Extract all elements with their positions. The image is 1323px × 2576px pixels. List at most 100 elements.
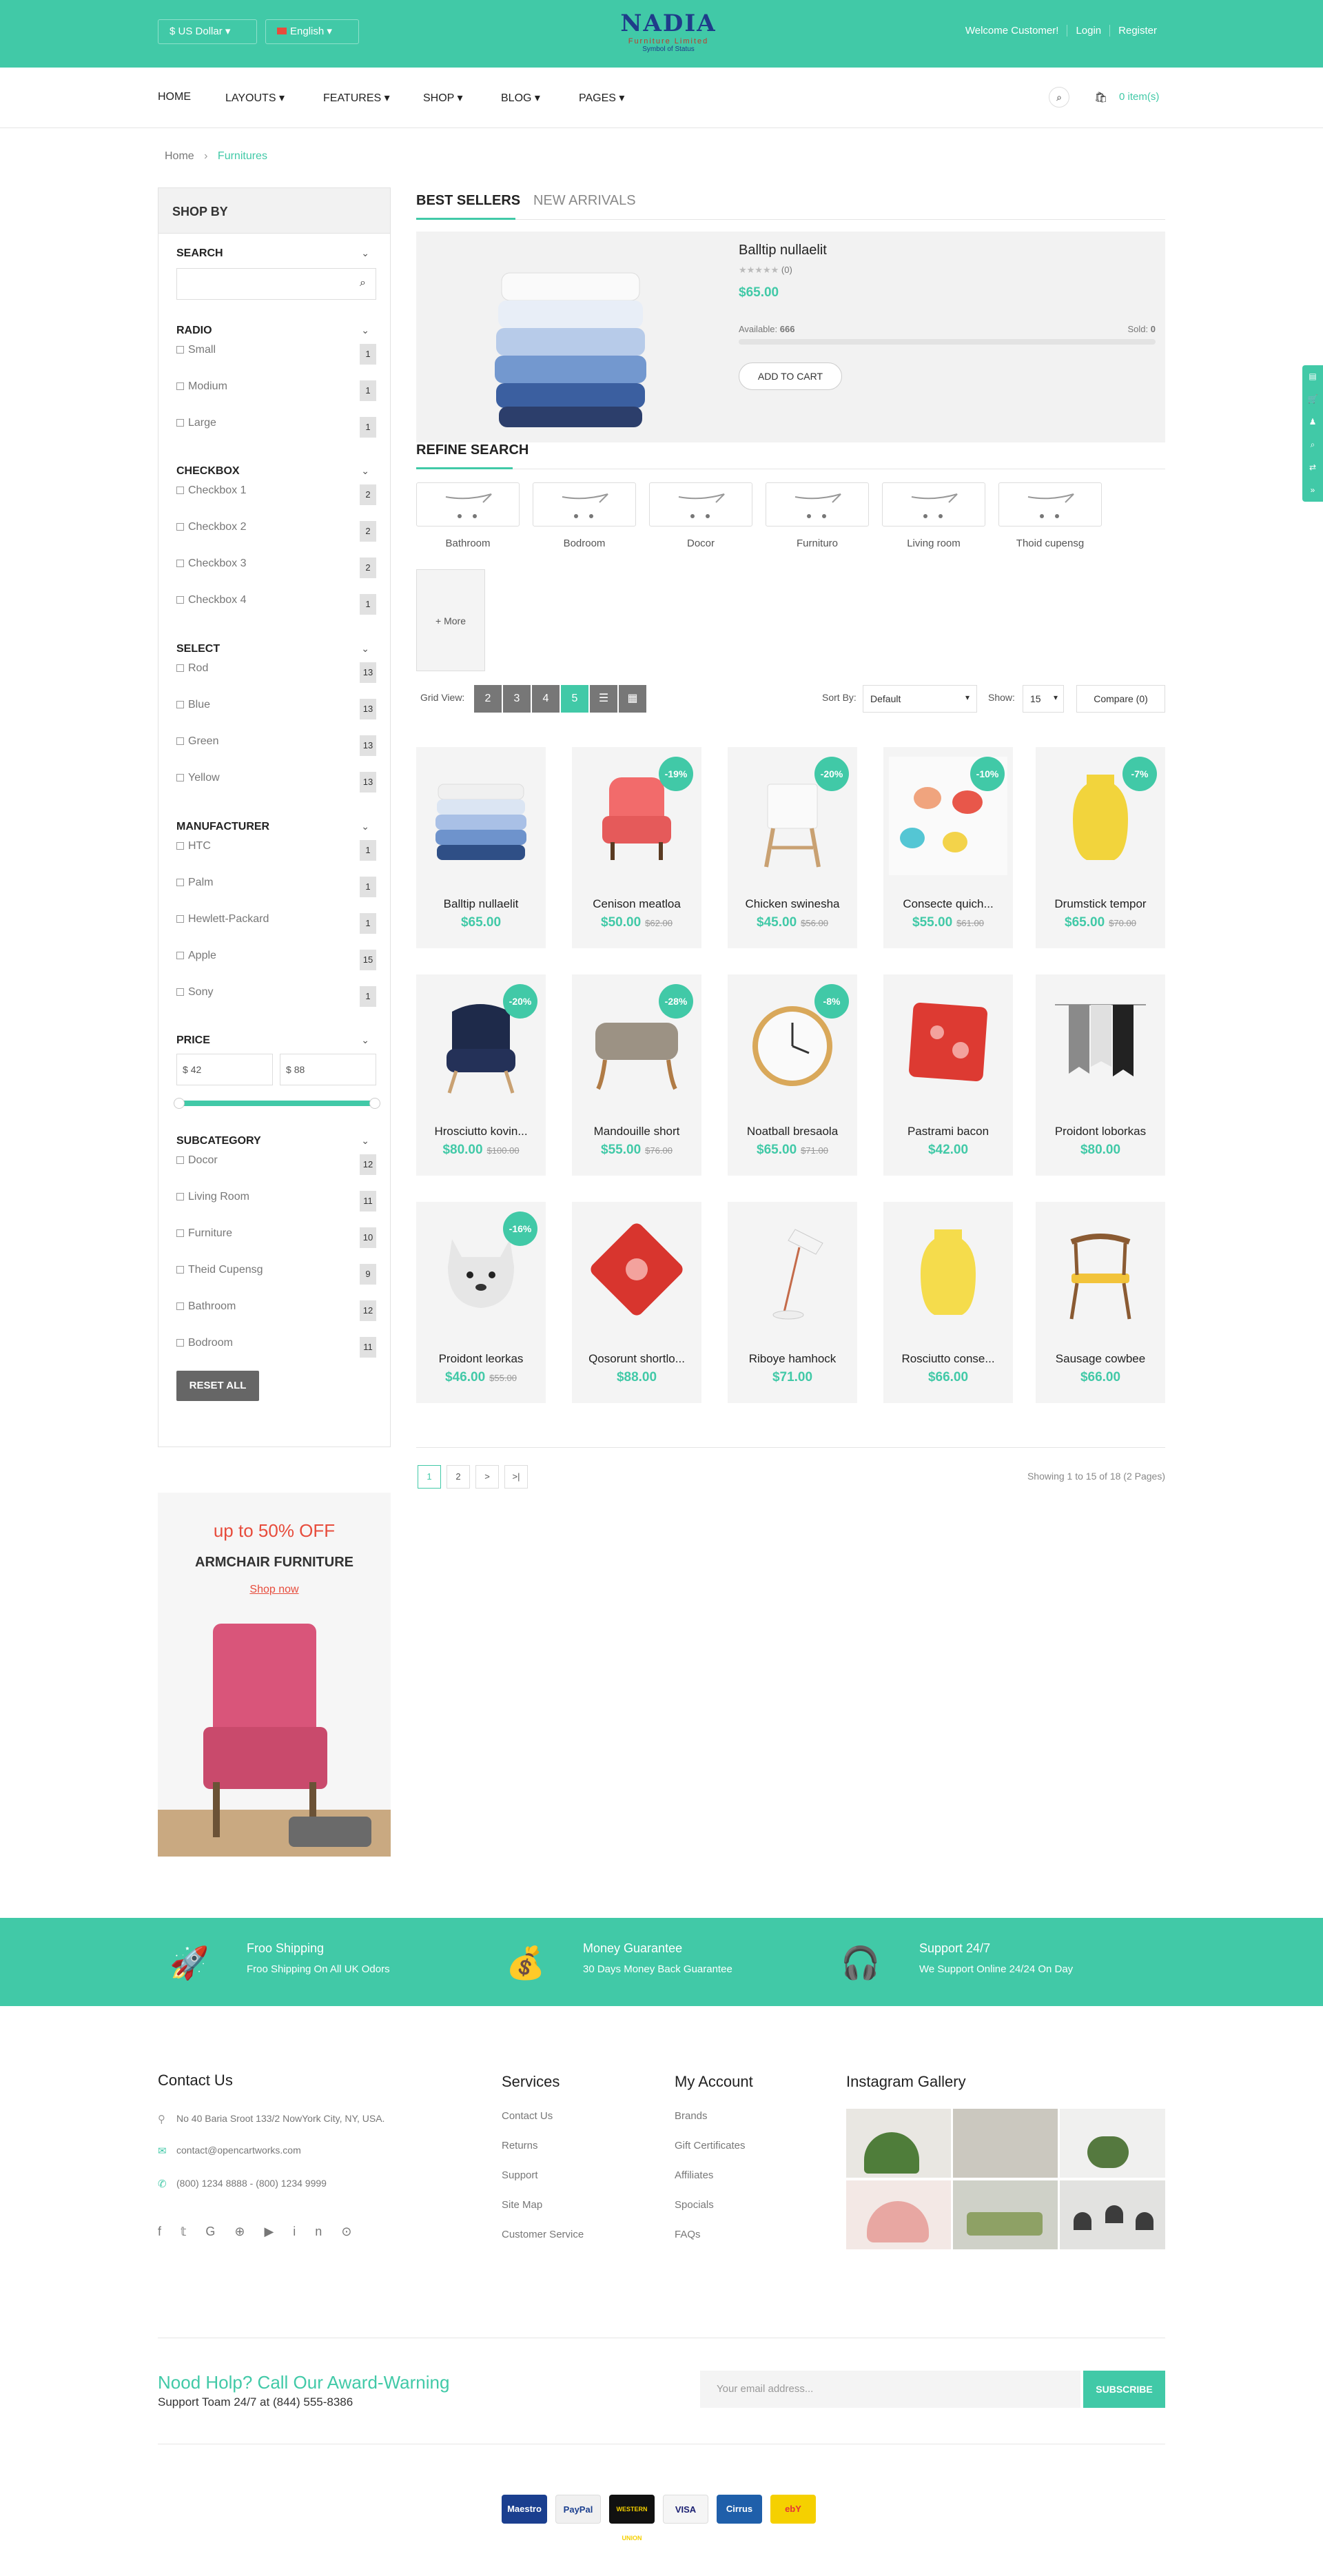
filter-option[interactable]: Palm 1 [176, 877, 376, 899]
filter-option[interactable]: Checkbox 2 2 [176, 521, 376, 543]
filter-option[interactable]: Checkbox 1 2 [176, 484, 376, 507]
nav-pages[interactable]: PAGES ▾ [579, 91, 624, 105]
category-label[interactable]: Bodroom [533, 538, 636, 549]
product-name[interactable]: Chicken swinesha [728, 897, 857, 911]
filter-option[interactable]: Sony 1 [176, 986, 376, 1008]
checkbox-icon[interactable] [176, 842, 184, 850]
product-card[interactable]: Sausage cowbee $66.00 [1036, 1202, 1165, 1403]
next-page-link[interactable]: > [475, 1465, 499, 1489]
checkbox-icon[interactable] [176, 1339, 184, 1347]
product-name[interactable]: Qosorunt shortlo... [572, 1352, 701, 1366]
product-name[interactable]: Proidont leorkas [416, 1352, 546, 1366]
product-card[interactable]: -20% Chicken swinesha $45.00 $56.00 [728, 747, 857, 948]
checkbox-icon[interactable] [176, 382, 184, 390]
contact-email[interactable]: contact@opencartworks.com [176, 2145, 301, 2156]
chevron-down-icon[interactable]: ⌄ [361, 325, 369, 336]
category-label[interactable]: Living room [882, 538, 985, 549]
product-name[interactable]: Noatball bresaola [728, 1125, 857, 1138]
filter-option[interactable]: Blue 13 [176, 699, 376, 721]
tab-best-sellers[interactable]: BEST SELLERS [416, 193, 520, 209]
breadcrumb-home[interactable]: Home [165, 150, 194, 162]
filter-option[interactable]: Green 13 [176, 735, 376, 757]
filter-option[interactable]: Theid Cupensg 9 [176, 1264, 376, 1286]
page-1-link[interactable]: 1 [418, 1465, 441, 1489]
checkbox-icon[interactable] [176, 1156, 184, 1164]
footer-link[interactable]: Spocials [675, 2199, 714, 2211]
grid-2-button[interactable]: 2 [474, 685, 502, 713]
grid-3-button[interactable]: 3 [503, 685, 531, 713]
search-icon[interactable]: ⌕ [1049, 87, 1069, 108]
product-card[interactable]: Balltip nullaelit $65.00 [416, 747, 546, 948]
subscribe-button[interactable]: SUBSCRIBE [1083, 2371, 1165, 2408]
category-tile[interactable] [416, 482, 520, 527]
shop-now-link[interactable]: Shop now [158, 1584, 391, 1596]
list-view-icon[interactable]: ☰ [590, 685, 617, 713]
category-tile[interactable] [533, 482, 636, 527]
login-link[interactable]: Login [1067, 25, 1110, 37]
slider-handle-min[interactable] [174, 1098, 185, 1109]
price-max-input[interactable]: $ 88 [280, 1054, 376, 1085]
product-name[interactable]: Balltip nullaelit [416, 897, 546, 911]
chevron-down-icon[interactable]: ⌄ [361, 465, 369, 477]
category-tile[interactable] [882, 482, 985, 527]
checkbox-icon[interactable] [176, 1266, 184, 1274]
nav-features[interactable]: FEATURES ▾ [323, 91, 390, 105]
page-2-link[interactable]: 2 [447, 1465, 470, 1489]
checkbox-icon[interactable] [176, 952, 184, 959]
show-select[interactable]: 15 ▾ [1023, 685, 1064, 713]
checkbox-icon[interactable] [176, 419, 184, 427]
category-tile[interactable] [649, 482, 752, 527]
product-card[interactable]: -19% Cenison meatloa $50.00 $62.00 [572, 747, 701, 948]
product-card[interactable]: -7% Drumstick tempor $65.00 $70.00 [1036, 747, 1165, 948]
price-min-input[interactable]: $ 42 [176, 1054, 273, 1085]
filter-option[interactable]: Bodroom 11 [176, 1337, 376, 1359]
filter-option[interactable]: Living Room 11 [176, 1191, 376, 1213]
checkbox-icon[interactable] [176, 346, 184, 354]
product-card[interactable]: Riboye hamhock $71.00 [728, 1202, 857, 1403]
footer-link[interactable]: Support [502, 2169, 538, 2181]
product-name[interactable]: Sausage cowbee [1036, 1352, 1165, 1366]
filter-option[interactable]: HTC 1 [176, 840, 376, 862]
filter-option[interactable]: Docor 12 [176, 1154, 376, 1176]
checkbox-icon[interactable] [176, 487, 184, 494]
product-card[interactable]: -28% Mandouille short $55.00 $76.00 [572, 974, 701, 1176]
checkbox-icon[interactable] [176, 915, 184, 923]
tab-new-arrivals[interactable]: NEW ARRIVALS [533, 193, 636, 209]
chevron-down-icon[interactable]: ⌄ [361, 1034, 369, 1046]
last-page-link[interactable]: >| [504, 1465, 528, 1489]
logo[interactable]: NADIA Furniture Limited Symbol of Status [606, 10, 730, 53]
slider-handle-max[interactable] [369, 1098, 380, 1109]
nav-blog[interactable]: BLOG ▾ [501, 91, 540, 105]
floating-toolbar[interactable]: ▤ 🛒 ♟ ⌕ ⇄» [1302, 365, 1323, 502]
filter-option[interactable]: Yellow 13 [176, 772, 376, 794]
grid-4-button[interactable]: 4 [532, 685, 560, 713]
chevron-down-icon[interactable]: ⌄ [361, 247, 369, 259]
footer-link[interactable]: Brands [675, 2110, 708, 2122]
footer-link[interactable]: Site Map [502, 2199, 542, 2211]
checkbox-icon[interactable] [176, 523, 184, 531]
product-name[interactable]: Mandouille short [572, 1125, 701, 1138]
social-icons[interactable]: f𝕥G⊕▶in⊙ [158, 2225, 371, 2239]
chevron-down-icon[interactable]: ⌄ [361, 1135, 369, 1147]
nav-layouts[interactable]: LAYOUTS ▾ [225, 91, 285, 105]
gallery-photo[interactable] [953, 2109, 1058, 2178]
product-name[interactable]: Pastrami bacon [883, 1125, 1013, 1138]
category-label[interactable]: Bathroom [416, 538, 520, 549]
product-card[interactable]: -20% Hrosciutto kovin... $80.00 $100.00 [416, 974, 546, 1176]
footer-link[interactable]: Contact Us [502, 2110, 553, 2122]
checkbox-icon[interactable] [176, 701, 184, 708]
checkbox-icon[interactable] [176, 596, 184, 604]
checkbox-icon[interactable] [176, 1229, 184, 1237]
cart-count[interactable]: 0 item(s) [1119, 91, 1159, 103]
footer-link[interactable]: Customer Service [502, 2229, 584, 2240]
category-label[interactable]: Thoid cupensg [998, 538, 1102, 549]
footer-link[interactable]: Affiliates [675, 2169, 713, 2181]
category-tile[interactable] [998, 482, 1102, 527]
filter-option[interactable]: Rod 13 [176, 662, 376, 684]
search-icon[interactable]: ⌕ [360, 277, 366, 289]
reset-all-button[interactable]: RESET ALL [176, 1371, 259, 1401]
product-name[interactable]: Consecte quich... [883, 897, 1013, 911]
product-name[interactable]: Rosciutto conse... [883, 1352, 1013, 1366]
product-card[interactable]: Proidont loborkas $80.00 [1036, 974, 1165, 1176]
product-card[interactable]: -10% Consecte quich... $55.00 $61.00 [883, 747, 1013, 948]
